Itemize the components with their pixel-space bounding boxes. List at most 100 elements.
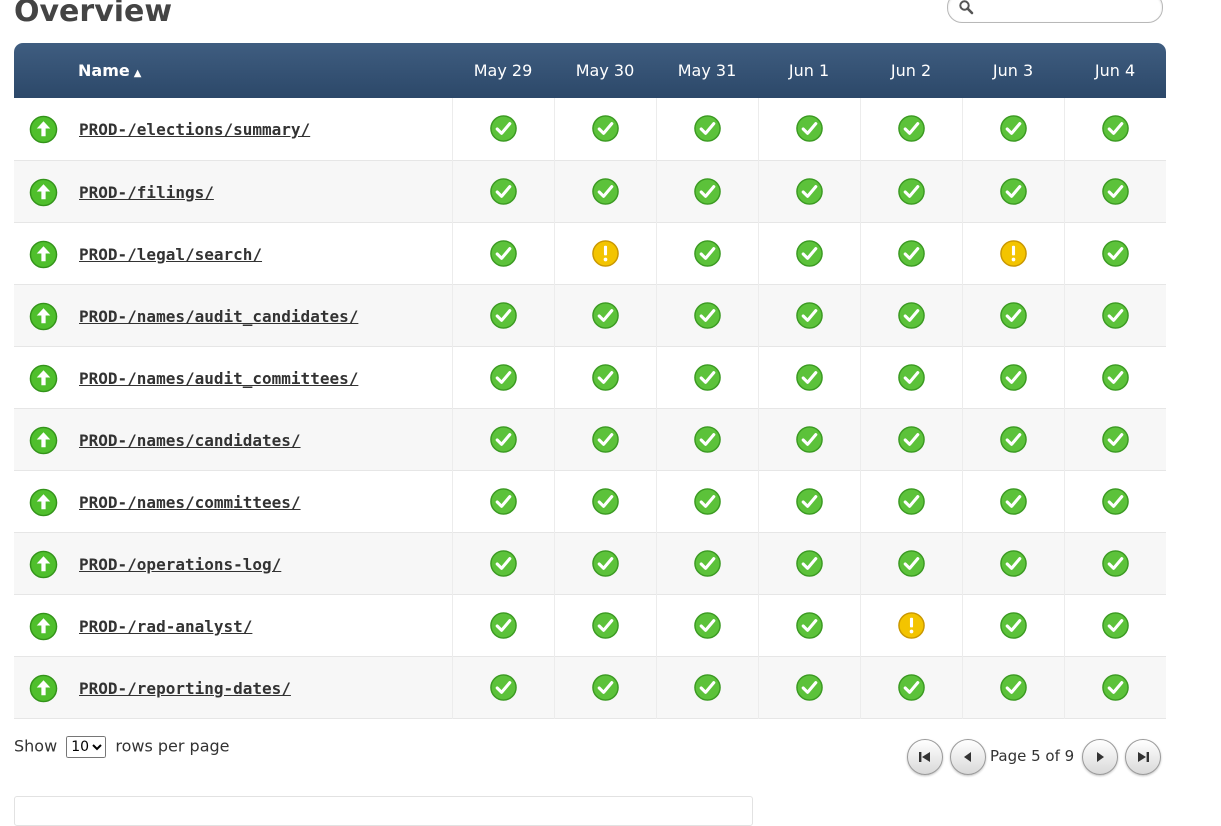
monitor-link[interactable]: PROD-/reporting-dates/ — [79, 679, 291, 698]
monitor-link[interactable]: PROD-/names/candidates/ — [79, 431, 301, 450]
status-cell[interactable] — [758, 656, 861, 718]
status-cell[interactable] — [452, 346, 555, 408]
status-cell[interactable] — [554, 222, 657, 284]
status-cell[interactable] — [860, 222, 963, 284]
status-cell[interactable] — [962, 284, 1065, 346]
monitor-name-cell: PROD-/operations-log/ — [14, 532, 453, 594]
status-cell[interactable] — [656, 346, 759, 408]
status-cell[interactable] — [1064, 470, 1166, 532]
monitor-link[interactable]: PROD-/elections/summary/ — [79, 120, 310, 139]
monitor-link[interactable]: PROD-/names/audit_committees/ — [79, 369, 358, 388]
status-cell[interactable] — [656, 160, 759, 222]
status-cell[interactable] — [452, 98, 555, 160]
check-icon — [999, 611, 1027, 639]
status-cell[interactable] — [758, 346, 861, 408]
status-cell[interactable] — [1064, 160, 1166, 222]
check-icon — [999, 487, 1027, 515]
status-cell[interactable] — [758, 222, 861, 284]
status-cell[interactable] — [452, 222, 555, 284]
status-cell[interactable] — [1064, 594, 1166, 656]
status-cell[interactable] — [758, 160, 861, 222]
status-cell[interactable] — [656, 284, 759, 346]
status-cell[interactable] — [656, 222, 759, 284]
status-cell[interactable] — [860, 98, 963, 160]
next-page-button[interactable] — [1082, 739, 1118, 775]
monitor-link[interactable]: PROD-/names/committees/ — [79, 493, 301, 512]
status-cell[interactable] — [962, 222, 1065, 284]
status-cell[interactable] — [1064, 532, 1166, 594]
status-cell[interactable] — [452, 470, 555, 532]
status-cell[interactable] — [1064, 222, 1166, 284]
status-cell[interactable] — [860, 594, 963, 656]
status-cell[interactable] — [554, 532, 657, 594]
monitor-name-cell: PROD-/legal/search/ — [14, 222, 453, 284]
status-cell[interactable] — [554, 160, 657, 222]
status-cell[interactable] — [962, 346, 1065, 408]
last-page-button[interactable] — [1125, 739, 1161, 775]
monitor-link[interactable]: PROD-/operations-log/ — [79, 555, 281, 574]
status-cell[interactable] — [962, 470, 1065, 532]
status-cell[interactable] — [554, 470, 657, 532]
status-cell[interactable] — [656, 408, 759, 470]
status-cell[interactable] — [962, 594, 1065, 656]
status-cell[interactable] — [860, 656, 963, 718]
status-cell[interactable] — [962, 160, 1065, 222]
name-column-header[interactable]: Name ▲ — [14, 43, 452, 98]
status-cell[interactable] — [452, 408, 555, 470]
up-arrow-icon — [29, 426, 58, 454]
status-cell[interactable] — [758, 284, 861, 346]
status-cell[interactable] — [962, 98, 1065, 160]
status-cell[interactable] — [1064, 98, 1166, 160]
status-cell[interactable] — [860, 532, 963, 594]
rows-per-page-select[interactable]: 10 — [66, 736, 107, 758]
status-cell[interactable] — [452, 284, 555, 346]
status-cell[interactable] — [962, 532, 1065, 594]
first-page-icon — [919, 752, 930, 762]
status-cell[interactable] — [860, 160, 963, 222]
status-cell[interactable] — [452, 594, 555, 656]
monitor-link[interactable]: PROD-/filings/ — [79, 183, 214, 202]
search-input[interactable] — [978, 0, 1154, 18]
status-cell[interactable] — [1064, 408, 1166, 470]
check-icon — [1101, 425, 1129, 453]
status-cell[interactable] — [656, 98, 759, 160]
status-cell[interactable] — [1064, 346, 1166, 408]
status-cell[interactable] — [656, 470, 759, 532]
status-cell[interactable] — [554, 408, 657, 470]
check-icon — [693, 425, 721, 453]
monitor-link[interactable]: PROD-/names/audit_candidates/ — [79, 307, 358, 326]
status-cell[interactable] — [1064, 656, 1166, 718]
status-cell[interactable] — [554, 656, 657, 718]
status-cell[interactable] — [554, 346, 657, 408]
status-cell[interactable] — [860, 470, 963, 532]
status-cell[interactable] — [554, 284, 657, 346]
check-icon — [1101, 549, 1129, 577]
status-cell[interactable] — [758, 408, 861, 470]
search-box[interactable] — [947, 0, 1163, 23]
status-cell[interactable] — [656, 532, 759, 594]
check-icon — [489, 673, 517, 701]
status-cell[interactable] — [860, 284, 963, 346]
status-cell[interactable] — [758, 470, 861, 532]
status-cell[interactable] — [656, 594, 759, 656]
status-cell[interactable] — [758, 532, 861, 594]
previous-page-button[interactable] — [950, 739, 986, 775]
check-icon — [1101, 115, 1129, 143]
status-cell[interactable] — [452, 656, 555, 718]
status-cell[interactable] — [554, 594, 657, 656]
status-cell[interactable] — [962, 656, 1065, 718]
first-page-button[interactable] — [907, 739, 943, 775]
status-cell[interactable] — [452, 532, 555, 594]
status-cell[interactable] — [656, 656, 759, 718]
status-cell[interactable] — [962, 408, 1065, 470]
status-cell[interactable] — [860, 408, 963, 470]
status-cell[interactable] — [860, 346, 963, 408]
monitor-link[interactable]: PROD-/rad-analyst/ — [79, 617, 252, 636]
status-cell[interactable] — [554, 98, 657, 160]
status-cell[interactable] — [758, 594, 861, 656]
status-cell[interactable] — [452, 160, 555, 222]
status-cell[interactable] — [1064, 284, 1166, 346]
status-cell[interactable] — [758, 98, 861, 160]
monitor-link[interactable]: PROD-/legal/search/ — [79, 245, 262, 264]
last-page-icon — [1138, 752, 1149, 762]
